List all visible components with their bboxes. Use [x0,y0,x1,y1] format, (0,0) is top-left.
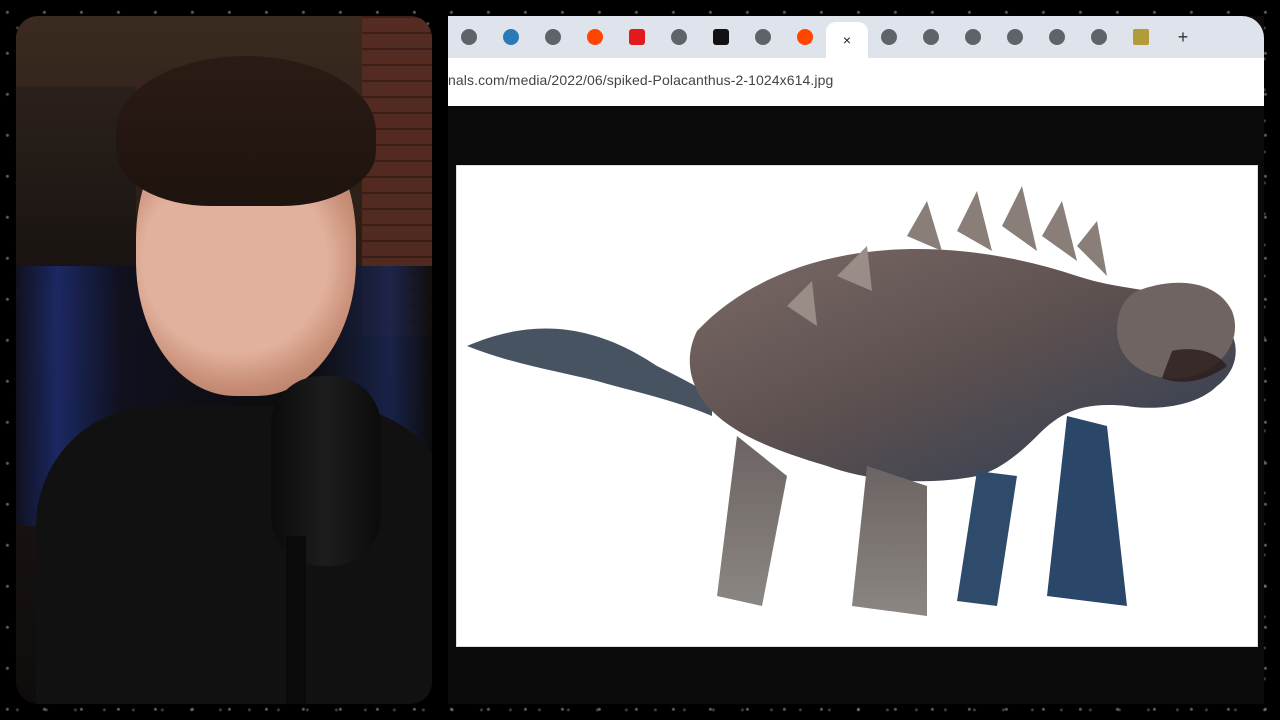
globe-icon [545,29,561,45]
x-icon [713,29,729,45]
webcam-feed [16,16,432,704]
globe-icon [881,29,897,45]
page-viewport [448,106,1264,704]
wikipedia-icon [503,29,519,45]
dinosaur-image [467,186,1236,616]
globe-icon [671,29,687,45]
close-tab-icon[interactable]: × [843,32,851,48]
tab-5[interactable] [616,21,658,53]
tab-11[interactable] [868,21,910,53]
browser-window: × + nals.com/media/2022/06/spiked-Polaca… [448,16,1264,704]
microphone-arm [286,536,306,704]
tab-12[interactable] [910,21,952,53]
tab-15[interactable] [1036,21,1078,53]
tab-17[interactable] [1120,21,1162,53]
tab-8[interactable] [742,21,784,53]
reddit-icon [587,29,603,45]
globe-icon [461,29,477,45]
adobe-icon [629,29,645,45]
address-bar[interactable]: nals.com/media/2022/06/spiked-Polacanthu… [448,58,1264,107]
tab-3[interactable] [532,21,574,53]
tab-2[interactable] [490,21,532,53]
tab-16[interactable] [1078,21,1120,53]
address-text[interactable]: nals.com/media/2022/06/spiked-Polacanthu… [448,72,833,88]
folder-icon [1133,29,1149,45]
person-hair [116,56,376,206]
tab-1[interactable] [448,21,490,53]
tab-active[interactable]: × [826,22,868,58]
reddit-icon [797,29,813,45]
globe-icon [1049,29,1065,45]
new-tab-button[interactable]: + [1162,21,1204,53]
tab-bar: × + [448,16,1264,58]
globe-icon [1007,29,1023,45]
tab-4[interactable] [574,21,616,53]
globe-icon [755,29,771,45]
tab-14[interactable] [994,21,1036,53]
tab-13[interactable] [952,21,994,53]
globe-icon [923,29,939,45]
tab-6[interactable] [658,21,700,53]
tab-9[interactable] [784,21,826,53]
tab-strip: × + [448,16,1204,58]
globe-icon [1091,29,1107,45]
tab-7[interactable] [700,21,742,53]
image-container [456,165,1258,647]
globe-icon [965,29,981,45]
